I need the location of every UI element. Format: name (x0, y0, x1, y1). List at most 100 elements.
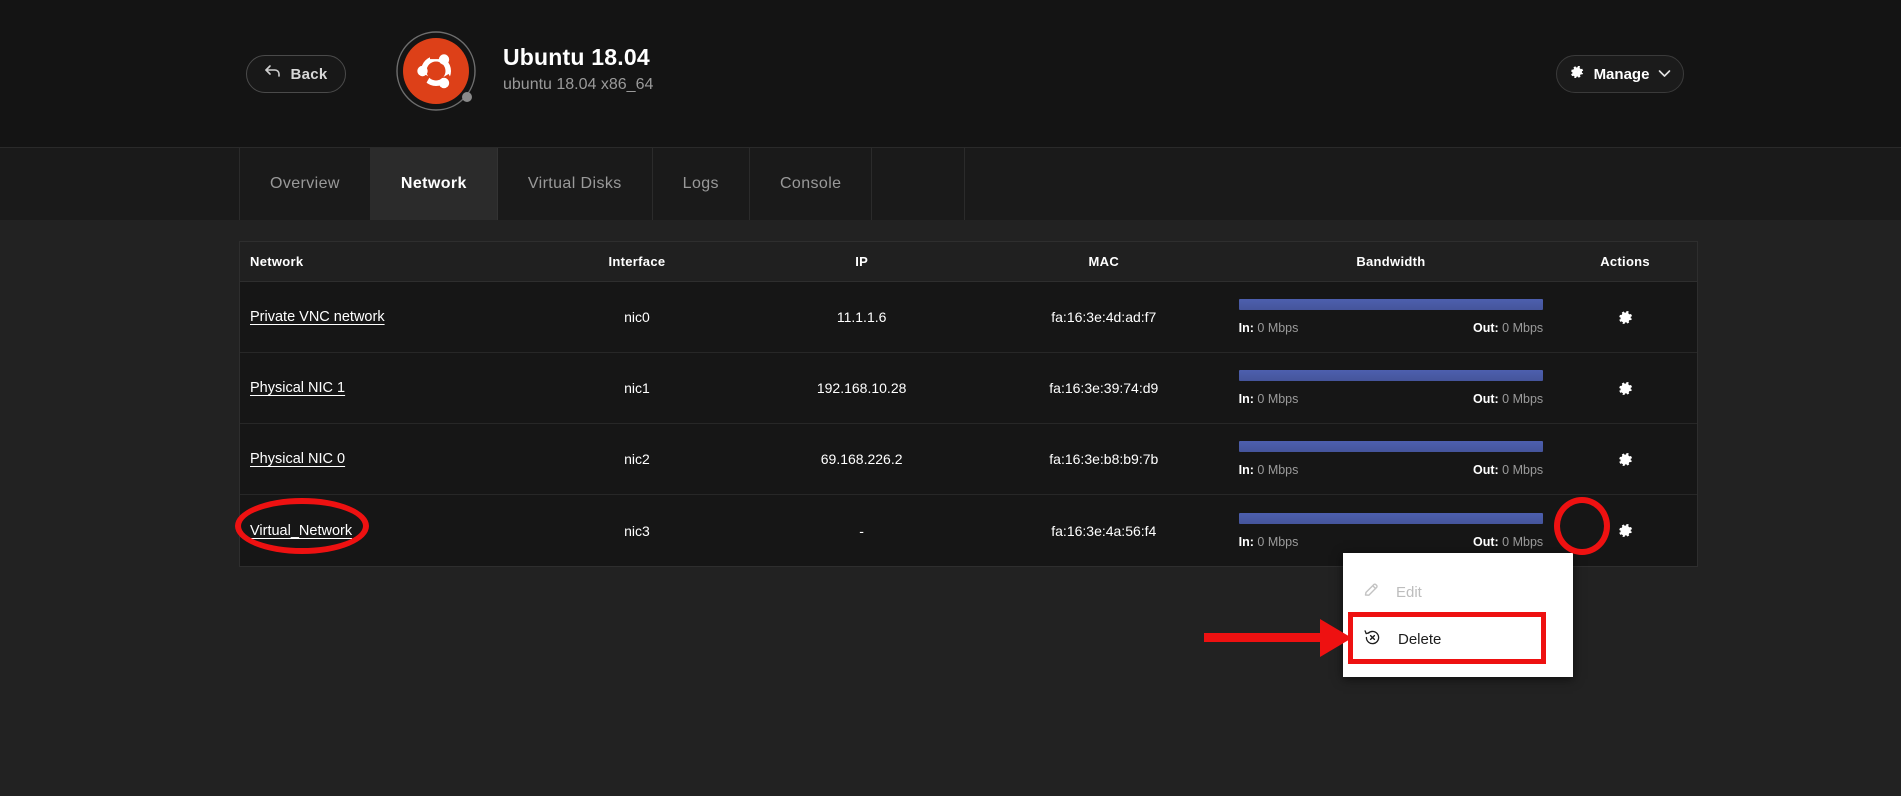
page-subtitle: ubuntu 18.04 x86_64 (503, 76, 654, 93)
cell-ip: 69.168.226.2 (744, 424, 979, 494)
back-button-label: Back (290, 65, 328, 83)
table-row: Physical NIC 0 nic2 69.168.226.2 fa:16:3… (240, 424, 1697, 495)
menu-item-delete[interactable]: Delete (1343, 616, 1573, 663)
tab-label: Logs (682, 175, 719, 192)
ip-value: 192.168.10.28 (816, 380, 907, 396)
cell-interface: nic0 (530, 282, 745, 352)
menu-item-label: Delete (1398, 631, 1442, 648)
gear-icon (1569, 64, 1585, 85)
menu-item-label: Edit (1396, 584, 1422, 601)
cell-network: Physical NIC 0 (240, 424, 530, 494)
tab-overview[interactable]: Overview (239, 148, 371, 220)
row-actions-gear[interactable] (1553, 353, 1697, 423)
cell-mac: fa:16:3e:4d:ad:f7 (979, 282, 1229, 352)
row-actions-gear[interactable] (1553, 424, 1697, 494)
vm-title-block: Ubuntu 18.04 ubuntu 18.04 x86_64 (503, 43, 653, 96)
tab-label: Console (779, 175, 842, 192)
cell-network: Private VNC network (240, 282, 530, 352)
bandwidth-in-value: 0 Mbps (1257, 534, 1299, 549)
cell-interface: nic3 (530, 495, 745, 566)
menu-item-edit: Edit (1343, 569, 1573, 616)
tab-console[interactable]: Console (749, 148, 873, 220)
cell-network: Virtual_Network (240, 495, 530, 566)
cell-interface: nic2 (530, 424, 745, 494)
cell-bandwidth: In: 0 Mbps Out: 0 Mbps (1229, 353, 1554, 423)
cell-mac: fa:16:3e:39:74:d9 (979, 353, 1229, 423)
table-row: Physical NIC 1 nic1 192.168.10.28 fa:16:… (240, 353, 1697, 424)
row-actions-gear[interactable] (1553, 282, 1697, 352)
column-header-mac: MAC (1088, 254, 1120, 269)
tab-label: Network (400, 175, 467, 192)
network-link[interactable]: Virtual_Network (250, 523, 352, 539)
column-header-network: Network (250, 254, 304, 269)
interface-value: nic3 (624, 522, 650, 539)
ubuntu-logo-icon (392, 27, 484, 119)
cell-bandwidth: In: 0 Mbps Out: 0 Mbps (1229, 282, 1554, 352)
ip-value: 11.1.1.6 (836, 309, 887, 325)
page-header: Back Ubuntu 18.04 ubuntu 18.04 x86_64 Ma… (0, 0, 1901, 148)
vm-detail-page: Back Ubuntu 18.04 ubuntu 18.04 x86_64 Ma… (0, 0, 1901, 796)
row-actions-gear[interactable] (1553, 495, 1697, 566)
network-link[interactable]: Physical NIC 1 (250, 380, 345, 396)
bandwidth-in-label: In: (1238, 534, 1254, 549)
bandwidth-bar (1238, 370, 1544, 381)
tab-strip-filler (872, 148, 966, 220)
interface-value: nic1 (624, 380, 650, 396)
cell-interface: nic1 (530, 353, 745, 423)
network-link[interactable]: Private VNC network (250, 309, 385, 325)
bandwidth-bar (1238, 441, 1544, 452)
bandwidth-out-value: 0 Mbps (1502, 463, 1544, 477)
cell-ip: 11.1.1.6 (744, 282, 979, 352)
mac-value: fa:16:3e:4d:ad:f7 (1051, 309, 1157, 325)
manage-button[interactable]: Manage (1556, 55, 1684, 93)
bandwidth-out-label: Out: (1473, 321, 1499, 335)
bandwidth-bar (1238, 299, 1544, 310)
interface-value: nic2 (624, 451, 650, 467)
ip-value: - (859, 522, 864, 539)
cell-ip: 192.168.10.28 (744, 353, 979, 423)
bandwidth-in-label: In: (1238, 321, 1254, 335)
interface-value: nic0 (624, 309, 650, 325)
column-header-interface: Interface (608, 254, 666, 269)
gear-icon (1618, 310, 1632, 324)
column-header-bandwidth: Bandwidth (1356, 254, 1426, 269)
manage-button-label: Manage (1593, 65, 1650, 83)
bandwidth-in-value: 0 Mbps (1257, 392, 1299, 406)
mac-value: fa:16:3e:4a:56:f4 (1051, 522, 1157, 539)
cell-mac: fa:16:3e:b8:b9:7b (979, 424, 1229, 494)
page-title: Ubuntu 18.04 (503, 44, 650, 70)
bandwidth-in-label: In: (1238, 463, 1254, 477)
back-button[interactable]: Back (246, 55, 346, 93)
bandwidth-out-label: Out: (1473, 463, 1499, 477)
network-table: Network Interface IP MAC Bandwidth Actio… (239, 241, 1698, 567)
chevron-down-icon (1658, 65, 1671, 83)
tab-label: Overview (270, 175, 340, 192)
bandwidth-bar (1238, 512, 1544, 524)
column-header-actions: Actions (1600, 254, 1650, 269)
mac-value: fa:16:3e:b8:b9:7b (1049, 451, 1159, 467)
bandwidth-in-value: 0 Mbps (1257, 463, 1299, 477)
back-arrow-icon (264, 64, 281, 84)
table-header-row: Network Interface IP MAC Bandwidth Actio… (240, 242, 1697, 282)
bandwidth-in-value: 0 Mbps (1257, 321, 1299, 335)
tab-network[interactable]: Network (370, 148, 498, 220)
bandwidth-out-value: 0 Mbps (1502, 392, 1544, 406)
network-link[interactable]: Physical NIC 0 (250, 451, 345, 467)
tab-logs[interactable]: Logs (652, 148, 750, 220)
bandwidth-in-label: In: (1238, 392, 1254, 406)
tab-virtual-disks[interactable]: Virtual Disks (497, 148, 653, 220)
column-header-ip: IP (855, 254, 869, 269)
gear-icon (1618, 381, 1632, 395)
cell-network: Physical NIC 1 (240, 353, 530, 423)
tab-label: Virtual Disks (527, 175, 622, 192)
row-context-menu: Edit Delete (1343, 553, 1573, 677)
bandwidth-out-value: 0 Mbps (1502, 534, 1544, 549)
gear-icon (1618, 524, 1632, 537)
cell-ip: - (744, 495, 979, 566)
table-row: Private VNC network nic0 11.1.1.6 fa:16:… (240, 282, 1697, 353)
cell-mac: fa:16:3e:4a:56:f4 (979, 495, 1229, 566)
gear-icon (1618, 452, 1632, 466)
ip-value: 69.168.226.2 (820, 451, 903, 467)
annotation-arrow-shaft (1204, 633, 1339, 642)
tab-bar: Overview Network Virtual Disks Logs Cons… (0, 148, 1901, 220)
